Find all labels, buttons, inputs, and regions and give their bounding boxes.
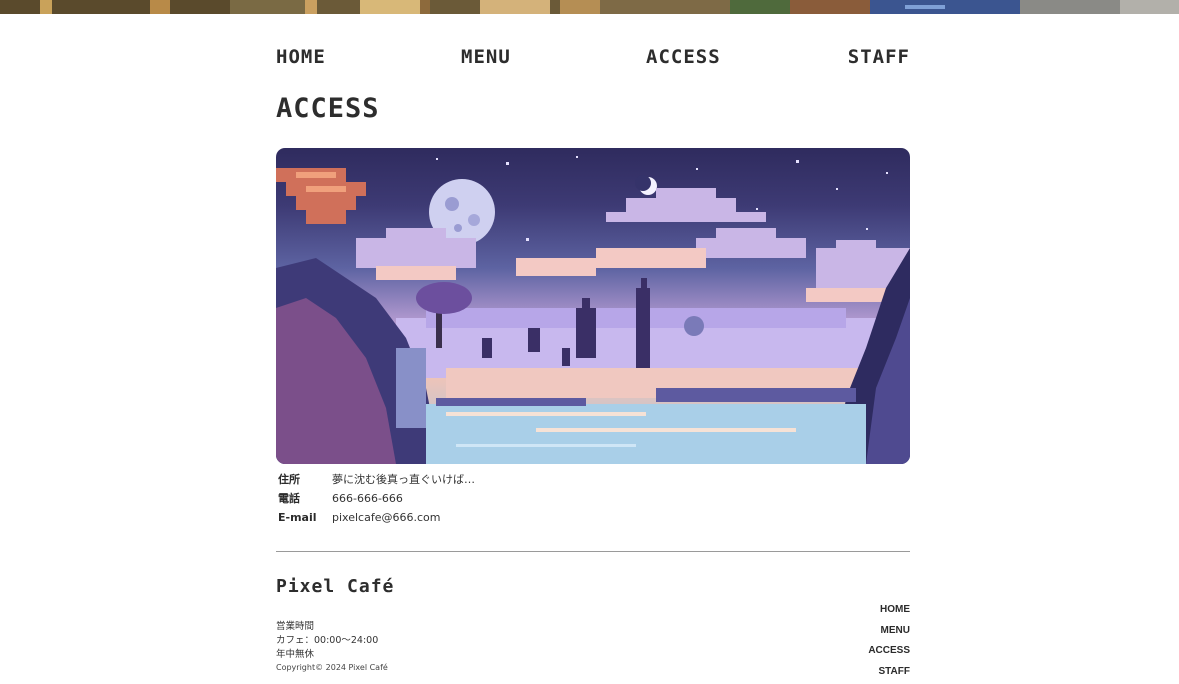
- footer-nav-menu[interactable]: MENU: [868, 621, 910, 642]
- phone-value: 666-666-666: [332, 492, 403, 505]
- nav-access-link[interactable]: ACCESS: [646, 44, 721, 70]
- footer-divider: [276, 551, 910, 552]
- nav-home-link[interactable]: HOME: [276, 44, 326, 70]
- copyright-text: Copyright© 2024 Pixel Café: [276, 663, 388, 672]
- email-value: pixelcafe@666.com: [332, 511, 441, 524]
- top-banner-image: [0, 0, 1179, 14]
- page-title: ACCESS: [276, 93, 380, 124]
- nav-staff-link[interactable]: STAFF: [848, 44, 910, 70]
- phone-label: 電話: [278, 492, 300, 505]
- access-info-table: 住所 夢に沈む後真っ直ぐいけば… 電話 666-666-666 E-mail p…: [276, 470, 910, 527]
- info-row-phone: 電話 666-666-666: [276, 489, 910, 508]
- nav-menu-link[interactable]: MENU: [461, 44, 511, 70]
- address-label: 住所: [278, 473, 300, 486]
- email-label: E-mail: [278, 511, 317, 524]
- address-value: 夢に沈む後真っ直ぐいけば…: [332, 473, 475, 486]
- footer-nav-access[interactable]: ACCESS: [868, 641, 910, 662]
- footer-logo: Pixel Café: [276, 576, 395, 597]
- info-row-email: E-mail pixelcafe@666.com: [276, 508, 910, 527]
- info-row-address: 住所 夢に沈む後真っ直ぐいけば…: [276, 470, 910, 489]
- footer-nav-staff[interactable]: STAFF: [868, 662, 910, 683]
- hours-title: 営業時間: [276, 621, 315, 632]
- footer-nav-home[interactable]: HOME: [868, 600, 910, 621]
- opening-hours: 営業時間 カフェ：00:00〜24:00 年中無休: [276, 620, 378, 662]
- hours-cafe: カフェ：00:00〜24:00: [276, 635, 379, 646]
- footer-nav: HOME MENU ACCESS STAFF: [868, 600, 910, 682]
- main-nav: HOME MENU ACCESS STAFF: [276, 44, 910, 70]
- hours-holiday: 年中無休: [276, 649, 315, 660]
- hero-landscape-image: [276, 148, 910, 464]
